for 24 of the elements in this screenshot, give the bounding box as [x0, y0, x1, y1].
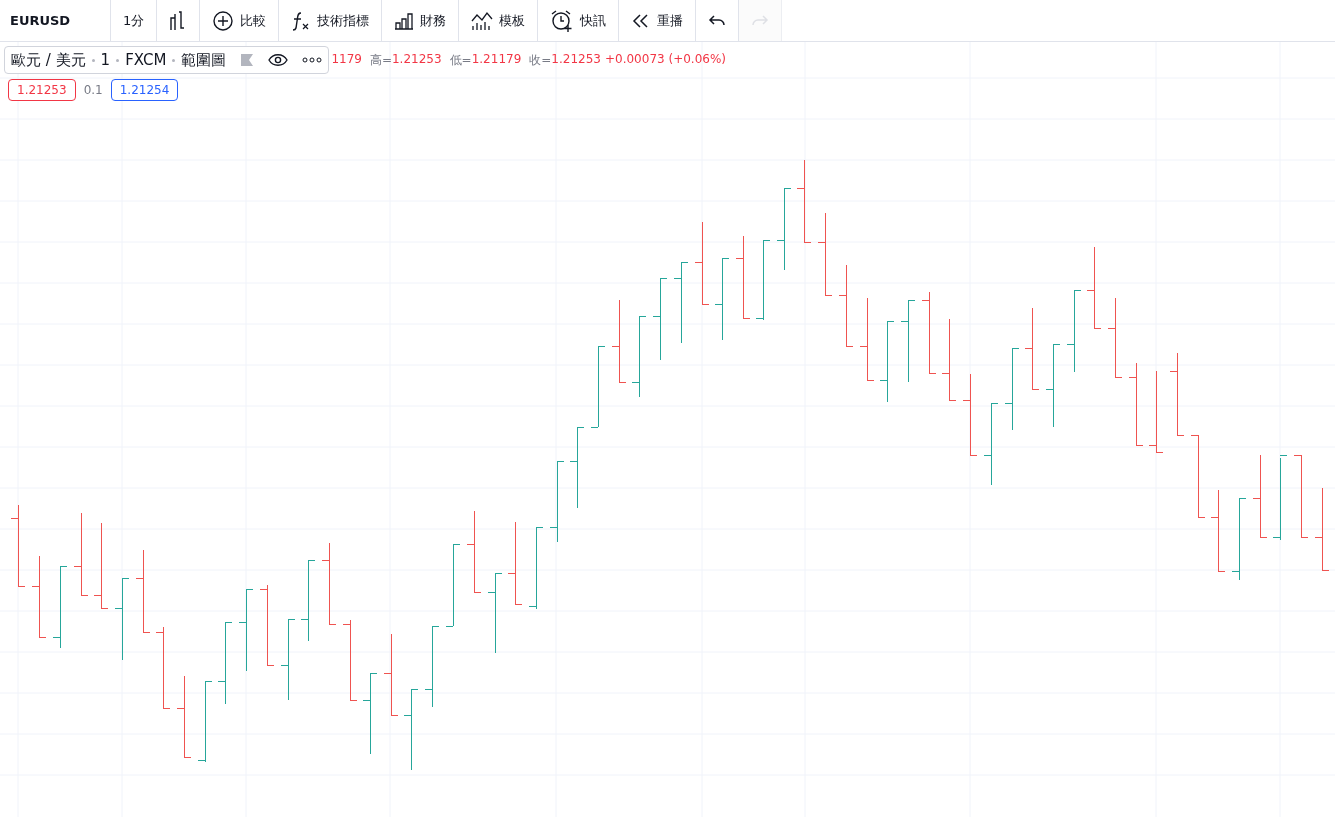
- ohlc-label: 收=: [529, 51, 552, 69]
- ohlc-value: 1.21253: [392, 51, 442, 68]
- ohlc-label: 高=: [369, 51, 392, 69]
- pair-name: 歐元 / 美元: [11, 50, 86, 70]
- ohlc-value: 1179: [331, 51, 362, 68]
- redo-icon: [751, 13, 770, 28]
- legend-title-panel[interactable]: 歐元 / 美元 1 FXCM 範圍圖: [4, 46, 330, 74]
- ohlc-value: 1.21253: [551, 51, 601, 68]
- bar-graph-icon: [394, 11, 415, 30]
- alarm-clock-icon: [550, 8, 575, 33]
- undo-icon: [708, 13, 727, 28]
- chart-style-label: 範圍圖: [181, 50, 227, 70]
- source-label: FXCM: [125, 51, 167, 69]
- plus-circle-icon: [212, 9, 235, 32]
- ohlc-label: 低=: [449, 51, 472, 69]
- ohlc-value: 1.21179: [471, 51, 522, 68]
- interval-label: 1: [100, 51, 111, 69]
- eye-icon[interactable]: [268, 53, 289, 67]
- buy-price-button[interactable]: 1.21254: [110, 79, 179, 101]
- price-change: +0.00073 (+0.06%): [605, 51, 726, 68]
- sell-price-button[interactable]: 1.21253: [8, 79, 76, 101]
- spread-value: 0.1: [83, 83, 103, 97]
- more-icon[interactable]: [302, 57, 323, 63]
- chart-template-icon: [471, 10, 494, 31]
